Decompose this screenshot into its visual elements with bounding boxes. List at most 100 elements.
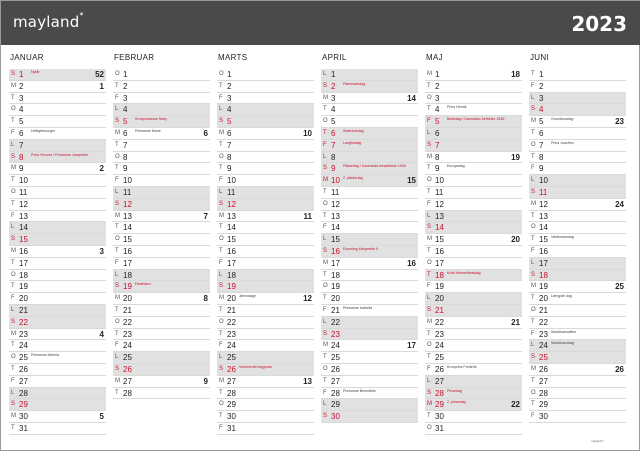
- day-row: F2: [529, 81, 626, 93]
- weekday-letter: F: [219, 94, 223, 101]
- week-number: 3: [99, 247, 104, 256]
- week-number: 2: [99, 164, 104, 174]
- day-note: Prins Joachim: [551, 140, 574, 145]
- weekday-letter: M: [531, 200, 536, 207]
- weekday-letter: T: [219, 224, 223, 231]
- weekday-letter: O: [531, 307, 536, 313]
- day-row: T 13: [529, 211, 626, 223]
- day-number: 9: [539, 164, 544, 174]
- weekday-letter: F: [531, 82, 535, 89]
- weekday-letter: O: [427, 177, 432, 184]
- day-row: M 23 4: [9, 329, 106, 341]
- weekday-letter: O: [323, 283, 328, 290]
- day-number: 2: [19, 81, 24, 91]
- weekday-letter: O: [219, 236, 224, 243]
- day-row: T 16: [425, 246, 522, 258]
- weekday-letter: T: [427, 82, 431, 89]
- day-row: S 23: [321, 328, 418, 341]
- day-row: L 11: [217, 187, 314, 199]
- day-number: 13: [539, 211, 548, 221]
- weekday-letter: T: [427, 106, 431, 113]
- day-row: O 24: [425, 340, 522, 353]
- day-number: 15: [123, 235, 132, 245]
- day-number: 23: [123, 329, 132, 339]
- day-note: Valdemarsdag: [551, 235, 574, 240]
- day-number: 3: [227, 93, 232, 103]
- month-column: APRIL L 1 S 2 Palmesøndag M 3 14 T 4 O 5 T 6 Skærtorsda…: [321, 53, 418, 443]
- day-row: S 14: [425, 222, 522, 235]
- day-row: T 25: [425, 352, 522, 364]
- day-row: T 12: [9, 199, 106, 211]
- day-row: S 5 Kronprinsesse Mary: [113, 116, 210, 128]
- day-number: 9: [331, 164, 336, 174]
- day-number: 20: [435, 294, 444, 304]
- weekday-letter: F: [427, 366, 431, 372]
- weekday-letter: T: [427, 189, 431, 195]
- day-number: 16: [539, 247, 548, 256]
- weekday-letter: T: [323, 212, 327, 219]
- day-row: M 24 17: [321, 340, 418, 353]
- month-name: FEBRUAR: [114, 53, 155, 62]
- weekday-letter: T: [323, 377, 327, 384]
- day-note: Prins Henrik: [447, 105, 467, 110]
- day-number: 14: [123, 223, 132, 233]
- day-number: 20: [331, 294, 340, 304]
- day-number: 19: [539, 282, 548, 292]
- day-number: 29: [539, 400, 548, 410]
- day-row: F 16: [529, 246, 626, 258]
- day-row: T 21: [217, 305, 314, 317]
- weekday-letter: M: [219, 130, 224, 136]
- day-number: 19: [123, 282, 132, 292]
- day-number: 30: [331, 412, 340, 422]
- weekday-letter: S: [323, 248, 328, 254]
- day-note: Grundlovsdag: [551, 117, 574, 122]
- day-row: L1: [321, 69, 418, 81]
- brand-logo: mayland*: [13, 11, 84, 31]
- weekday-letter: T: [11, 200, 15, 207]
- day-note: Kristi himmelfartsdag: [447, 270, 481, 275]
- day-number: 27: [331, 376, 340, 386]
- day-number: 8: [227, 152, 232, 162]
- day-note: Prinsesse Marie: [135, 129, 161, 133]
- weekday-letter: M: [531, 283, 536, 290]
- day-row: T3: [9, 93, 106, 105]
- day-row: T 18 Kristi himmelfartsdag: [425, 269, 522, 282]
- day-number: 8: [331, 152, 336, 162]
- weekday-letter: O: [323, 118, 328, 125]
- day-row: F 30: [529, 411, 626, 423]
- day-number: 4: [435, 105, 440, 115]
- day-row: T 14: [113, 222, 210, 235]
- weekday-letter: M: [531, 366, 536, 372]
- day-row: F 26 Kronprins Frederik: [425, 364, 522, 376]
- day-number: 13: [227, 211, 236, 221]
- weekday-letter: O: [323, 200, 328, 207]
- day-number: 17: [435, 258, 444, 268]
- month-column: FEBRUAR O 1 T 2 F 3 L 4 S 5 Kronprinsesse Mary M 6 Pri…: [113, 53, 210, 443]
- day-row: O 21: [529, 305, 626, 317]
- weekday-letter: S: [427, 224, 432, 231]
- day-number: 31: [227, 424, 236, 433]
- day-note: Nytår: [31, 70, 40, 74]
- week-number: 52: [95, 70, 104, 79]
- day-number: 7: [539, 140, 544, 150]
- weekday-letter: S: [115, 283, 120, 290]
- day-row: O 14: [529, 222, 626, 235]
- weekday-letter: O: [219, 71, 224, 77]
- week-number: 7: [203, 211, 208, 221]
- day-row: T 4 Prins Henrik: [425, 104, 522, 117]
- weekday-letter: T: [323, 106, 327, 113]
- weekday-letter: T: [427, 271, 431, 278]
- day-number: 7: [123, 140, 128, 150]
- day-number: 10: [539, 176, 548, 186]
- day-row: F 19: [425, 281, 522, 294]
- weekday-letter: T: [323, 130, 327, 136]
- day-row: S 26 Sommertid begynder: [217, 364, 314, 376]
- weekday-letter: F: [115, 94, 119, 101]
- weekday-letter: M: [11, 82, 16, 89]
- day-note: Sankthansaften: [551, 329, 576, 334]
- day-number: 22: [539, 317, 548, 327]
- day-number: 31: [19, 424, 28, 433]
- day-note: Dronning Margrethe II: [343, 247, 378, 251]
- footer-brand: mayland*: [591, 439, 604, 443]
- weekday-letter: L: [323, 401, 327, 408]
